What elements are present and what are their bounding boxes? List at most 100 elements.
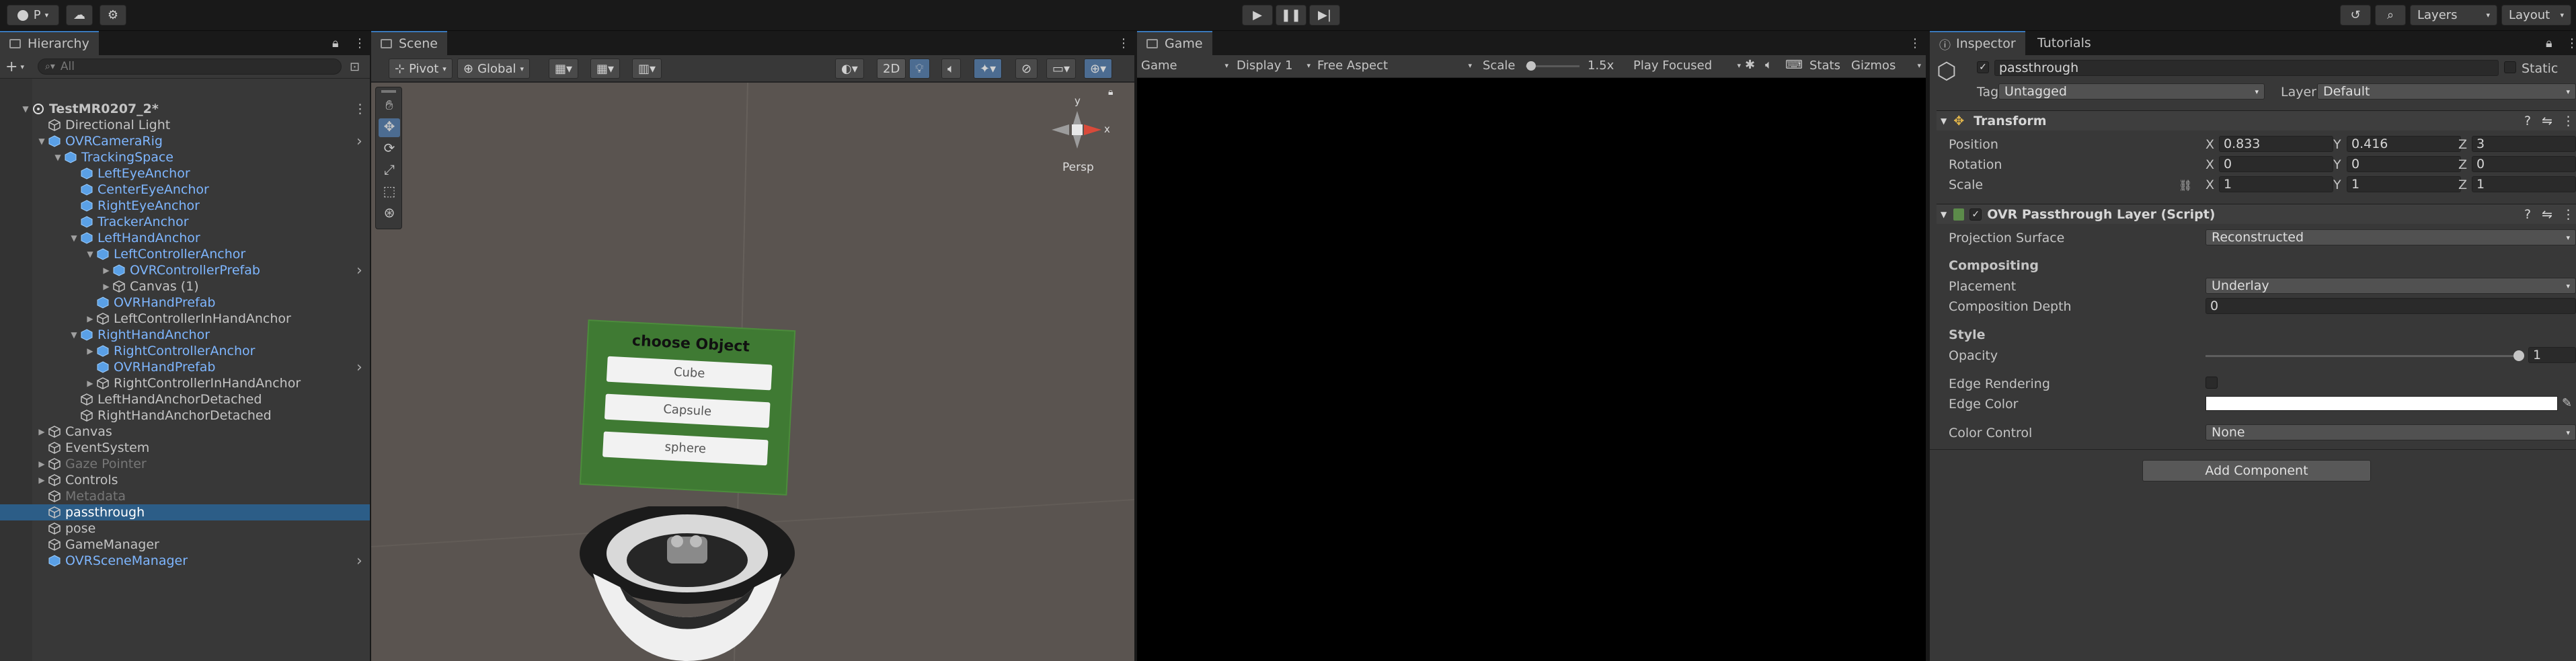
transform-header[interactable]: ▼ ✥ Transform ? ⇋ ⋮ <box>1937 110 2576 130</box>
object-name-field[interactable]: passthrough <box>1994 60 2499 76</box>
mute-audio-icon[interactable]: 🔈︎ <box>1765 58 1772 72</box>
hierarchy-item[interactable]: TrackerAnchor <box>0 214 370 230</box>
scale-tool-icon[interactable]: ⤢ <box>379 161 400 180</box>
create-button[interactable]: + ▾ <box>5 58 35 75</box>
rotation-z-field[interactable]: 0 <box>2472 156 2576 172</box>
sphere-button[interactable]: sphere <box>602 431 769 466</box>
search-button[interactable]: ⌕ <box>2375 5 2406 26</box>
position-z-field[interactable]: 3 <box>2472 136 2576 152</box>
kebab-menu-icon[interactable]: ⋮ <box>1118 37 1130 50</box>
gameobject-cube-icon[interactable]: ⬡ <box>1937 58 1977 91</box>
pivot-dropdown[interactable]: ⊹ Pivot ▾ <box>389 59 453 79</box>
kebab-menu-icon[interactable]: ⋮ <box>1909 37 1921 50</box>
stats-button[interactable]: Stats <box>1809 59 1840 73</box>
lock-icon[interactable]: 🔒︎ <box>1108 87 1113 98</box>
scene-viewport[interactable]: ✋︎ ✥ ⟳ ⤢ ⬚ ⊛ y x Persp 🔒︎ choose Object … <box>371 83 1134 661</box>
hierarchy-item[interactable]: passthrough <box>0 504 370 520</box>
presets-icon[interactable]: ⇋ <box>2542 207 2552 222</box>
hand-tool-icon[interactable]: ✋︎ <box>379 97 400 116</box>
rect-tool-icon[interactable]: ⬚ <box>379 183 400 202</box>
rotation-y-field[interactable]: 0 <box>2347 156 2461 172</box>
drag-handle-icon[interactable] <box>381 90 396 93</box>
tab-hierarchy[interactable]: Hierarchy <box>0 31 99 55</box>
audio-toggle[interactable]: 🔈︎ <box>941 59 961 79</box>
expand-arrow-icon[interactable]: ▼ <box>83 249 97 259</box>
expand-arrow-icon[interactable]: ▼ <box>67 330 81 340</box>
kebab-menu-icon[interactable]: ⋮ <box>2562 207 2575 222</box>
kebab-menu-icon[interactable]: ⋮ <box>354 102 366 116</box>
passthrough-component-header[interactable]: ▼ ✓ OVR Passthrough Layer (Script) ? ⇋ ⋮ <box>1937 204 2576 224</box>
scale-y-axis-label[interactable]: Y <box>2333 178 2341 192</box>
game-view[interactable] <box>1137 79 1926 661</box>
kebab-menu-icon[interactable]: ⋮ <box>2562 114 2575 128</box>
tag-dropdown[interactable]: Untagged ▾ <box>1998 83 2265 100</box>
hierarchy-item[interactable]: ▼ OVRCameraRig › <box>0 133 370 150</box>
expand-arrow-icon[interactable]: ▼ <box>35 137 48 146</box>
position-z-axis-label[interactable]: Z <box>2458 137 2467 152</box>
move-tool-icon[interactable]: ✥ <box>379 118 400 137</box>
hierarchy-item[interactable]: ▼ TestMR0207_2* ⋮ <box>0 101 370 117</box>
hierarchy-item[interactable]: ▼ TrackingSpace <box>0 149 370 165</box>
scale-slider[interactable] <box>1526 61 1579 71</box>
edge-rendering-checkbox[interactable] <box>2206 377 2218 389</box>
game-gizmos-dropdown[interactable]: Gizmos ▾ <box>1851 59 1921 73</box>
collab-settings-button[interactable]: ⚙ <box>100 5 126 26</box>
hierarchy-item[interactable]: CenterEyeAnchor <box>0 182 370 198</box>
play-focused-dropdown[interactable]: Play Focused ▾ <box>1633 59 1741 73</box>
lock-icon[interactable]: 🔒︎ <box>2546 37 2552 50</box>
help-icon[interactable]: ? <box>2524 114 2531 128</box>
scale-y-field[interactable]: 1 <box>2347 176 2461 192</box>
hierarchy-item[interactable]: ▼ LeftHandAnchor <box>0 230 370 246</box>
aspect-dropdown[interactable]: Free Aspect ▾ <box>1317 59 1472 73</box>
open-prefab-icon[interactable]: › <box>356 133 362 150</box>
hierarchy-item[interactable]: LeftEyeAnchor <box>0 165 370 182</box>
open-prefab-icon[interactable]: › <box>356 553 362 570</box>
lock-icon[interactable]: 🔒︎ <box>332 37 339 50</box>
scale-slider-thumb[interactable] <box>1526 61 1536 71</box>
collapse-arrow-icon[interactable]: ▶ <box>83 379 97 388</box>
hierarchy-search-field[interactable]: ⌕▾ <box>38 59 342 75</box>
kebab-menu-icon[interactable]: ⋮ <box>2566 37 2576 50</box>
lighting-toggle[interactable]: 💡︎ <box>909 59 930 79</box>
capsule-button[interactable]: Capsule <box>604 393 771 428</box>
gizmos-dropdown[interactable]: ⊕▾ <box>1084 59 1113 79</box>
align-button[interactable]: ▥▾ <box>632 59 662 79</box>
step-button[interactable]: ▶| <box>1309 5 1340 26</box>
scale-x-field[interactable]: 1 <box>2219 176 2333 192</box>
undo-history-button[interactable]: ↺ <box>2340 5 2371 26</box>
hierarchy-item[interactable]: ▼ RightHandAnchor <box>0 327 370 343</box>
hierarchy-item[interactable]: ▶ Gaze Pointer <box>0 456 370 472</box>
bug-icon[interactable]: ✱ <box>1745 58 1755 72</box>
hierarchy-item[interactable]: ▶ RightControllerAnchor <box>0 343 370 359</box>
hierarchy-item[interactable]: RightEyeAnchor <box>0 198 370 214</box>
tab-inspector[interactable]: ⓘ Inspector <box>1930 31 2025 55</box>
hierarchy-item[interactable]: OVRHandPrefab <box>0 295 370 311</box>
hierarchy-item[interactable]: EventSystem <box>0 440 370 456</box>
kebab-menu-icon[interactable]: ⋮ <box>354 37 366 50</box>
hierarchy-item[interactable]: Metadata <box>0 488 370 504</box>
collapse-arrow-icon[interactable]: ▶ <box>35 475 48 485</box>
hierarchy-item[interactable]: ▶ LeftControllerInHandAnchor <box>0 311 370 327</box>
opacity-slider-thumb[interactable] <box>2513 350 2524 361</box>
layer-dropdown[interactable]: Default ▾ <box>2317 83 2576 100</box>
add-component-button[interactable]: Add Component <box>2142 460 2371 481</box>
play-button[interactable]: ▶ <box>1242 5 1273 26</box>
camera-dropdown[interactable]: ▭▾ <box>1046 59 1077 79</box>
position-y-field[interactable]: 0.416 <box>2347 136 2461 152</box>
hierarchy-item[interactable]: ▼ LeftControllerAnchor <box>0 246 370 262</box>
composition-depth-field[interactable]: 0 <box>2206 298 2576 314</box>
layers-dropdown[interactable]: Layers ▾ <box>2410 5 2497 26</box>
hierarchy-item[interactable]: RightHandAnchorDetached <box>0 407 370 424</box>
eyedropper-icon[interactable]: ✎ <box>2562 396 2572 410</box>
scale-x-axis-label[interactable]: X <box>2206 178 2214 192</box>
hierarchy-item[interactable]: ▶ Canvas (1) <box>0 278 370 295</box>
rotation-x-axis-label[interactable]: X <box>2206 157 2214 172</box>
open-prefab-icon[interactable]: › <box>356 262 362 279</box>
collapse-arrow-icon[interactable]: ▶ <box>100 282 113 291</box>
hierarchy-item[interactable]: Directional Light <box>0 117 370 133</box>
pause-button[interactable]: ❚❚ <box>1276 5 1306 26</box>
position-x-axis-label[interactable]: X <box>2206 137 2214 152</box>
rotate-tool-icon[interactable]: ⟳ <box>379 140 400 159</box>
hierarchy-item[interactable]: LeftHandAnchorDetached <box>0 391 370 407</box>
presets-icon[interactable]: ⇋ <box>2542 114 2552 128</box>
